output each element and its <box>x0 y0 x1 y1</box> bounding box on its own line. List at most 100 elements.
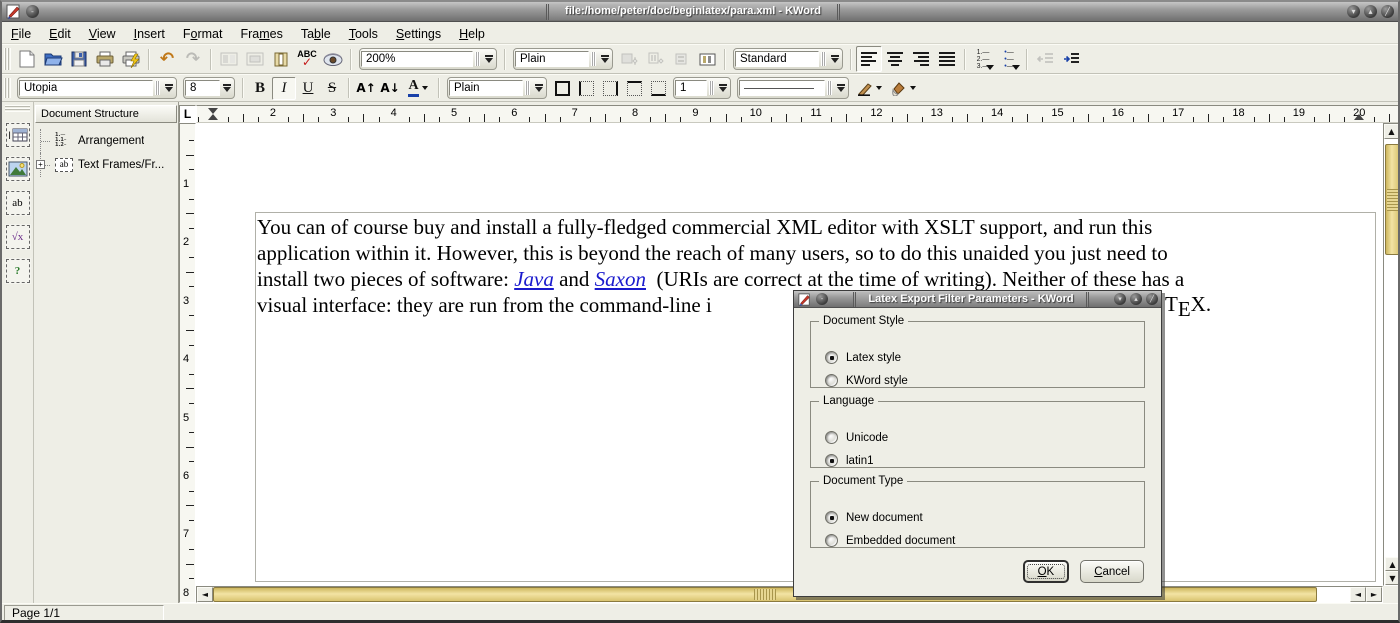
align-justify-button[interactable] <box>934 46 960 72</box>
subscript-button[interactable]: A↓ <box>378 77 402 100</box>
increase-indent-button[interactable] <box>1058 46 1084 72</box>
align-right-button[interactable] <box>908 46 934 72</box>
border-left-button[interactable] <box>574 77 598 100</box>
radio-kword-style[interactable] <box>825 374 838 387</box>
undo-button[interactable]: ↶ <box>154 46 180 72</box>
dialog-close-button[interactable]: ╱ <box>1146 293 1158 305</box>
dialog-maximize-button[interactable]: ▴ <box>1130 293 1142 305</box>
zoom-combobox[interactable]: 200% <box>359 48 497 70</box>
font-color-button[interactable]: A <box>402 77 434 100</box>
ok-button[interactable]: OK <box>1023 560 1070 583</box>
border-style-combobox[interactable]: Plain <box>447 77 547 99</box>
save-button[interactable] <box>66 46 92 72</box>
menu-tools[interactable]: Tools <box>340 25 387 43</box>
close-button[interactable]: ╱ <box>1381 5 1394 18</box>
frame-tool-1-button[interactable] <box>216 46 242 72</box>
border-color-button[interactable] <box>852 77 886 100</box>
font-size-combobox[interactable]: 8 <box>183 77 235 99</box>
minimize-button[interactable]: ▾ <box>1347 5 1360 18</box>
eye-button[interactable] <box>320 46 346 72</box>
insert-object-button[interactable]: ? <box>5 258 31 284</box>
paragraph-style-combobox[interactable]: Plain <box>513 48 613 70</box>
style-tool-3-button[interactable] <box>668 46 694 72</box>
vertical-scrollbar[interactable]: ▲ ▲ ▼ <box>1383 123 1400 586</box>
horizontal-scrollbar[interactable]: ◄ ◄ ► <box>196 586 1383 603</box>
radio-option[interactable]: Embedded document <box>821 529 1134 552</box>
dialog-menu-button[interactable]: - <box>816 293 828 305</box>
line-style-combobox[interactable] <box>737 77 849 99</box>
new-document-button[interactable] <box>14 46 40 72</box>
menu-insert[interactable]: Insert <box>125 25 174 43</box>
scroll-left-button[interactable]: ◄ <box>197 587 213 602</box>
superscript-button[interactable]: A↑ <box>354 77 378 100</box>
toolbar-handle[interactable] <box>5 105 30 112</box>
hyperlink[interactable]: Java <box>514 267 554 291</box>
border-width-combobox[interactable]: 1 <box>673 77 731 99</box>
columns-button[interactable] <box>694 46 720 72</box>
border-outline-button[interactable] <box>550 77 574 100</box>
redo-button[interactable]: ↷ <box>180 46 206 72</box>
menu-help[interactable]: Help <box>450 25 494 43</box>
menu-frames[interactable]: Frames <box>231 25 291 43</box>
scrollbar-track[interactable] <box>1317 587 1350 602</box>
menu-view[interactable]: View <box>80 25 125 43</box>
print-button[interactable] <box>92 46 118 72</box>
frame-tool-3-button[interactable] <box>268 46 294 72</box>
radio-embedded-document[interactable] <box>825 534 838 547</box>
insert-formula-button[interactable]: √x <box>5 224 31 250</box>
menu-format[interactable]: Format <box>174 25 232 43</box>
scroll-left-button-right[interactable]: ◄ <box>1350 587 1366 602</box>
italic-button[interactable]: I <box>272 77 296 100</box>
border-top-button[interactable] <box>622 77 646 100</box>
horizontal-ruler[interactable]: L 234567891011121314151617181920 <box>179 105 1400 123</box>
underline-button[interactable]: U <box>296 77 320 100</box>
spellcheck-button[interactable]: ABC ✓ <box>294 46 320 72</box>
window-menu-button[interactable]: - <box>26 5 39 18</box>
font-family-combobox[interactable]: Utopia <box>17 77 177 99</box>
numbered-list-button[interactable]: 1.—2.—3.— <box>970 46 996 72</box>
scroll-down-button[interactable]: ▼ <box>1385 571 1400 585</box>
tree-item-0[interactable]: 1.—1.1–1.2–Arrangement <box>40 129 176 153</box>
radio-option[interactable]: Latex style <box>821 346 1134 369</box>
print-preview-button[interactable] <box>118 46 144 72</box>
scroll-right-button[interactable]: ► <box>1366 587 1382 602</box>
toolbar-handle[interactable] <box>4 78 11 99</box>
style-tool-1-button[interactable] <box>616 46 642 72</box>
frame-tool-2-button[interactable] <box>242 46 268 72</box>
strikethrough-button[interactable]: S <box>320 77 344 100</box>
radio-option[interactable]: Unicode <box>821 426 1134 449</box>
align-center-button[interactable] <box>882 46 908 72</box>
background-color-button[interactable] <box>886 77 920 100</box>
tree-item-1[interactable]: +abText Frames/Fr... <box>40 153 176 177</box>
tree-expander[interactable]: + <box>36 160 45 169</box>
document-structure-tree[interactable]: 1.—1.1–1.2–Arrangement+abText Frames/Fr.… <box>34 123 178 177</box>
border-right-button[interactable] <box>598 77 622 100</box>
bold-button[interactable]: B <box>248 77 272 100</box>
dialog-minimize-button[interactable]: ▾ <box>1114 293 1126 305</box>
menu-settings[interactable]: Settings <box>387 25 450 43</box>
toolbar-handle[interactable] <box>4 48 11 70</box>
vertical-scrollbar-thumb[interactable] <box>1385 144 1400 255</box>
insert-text-frame-button[interactable]: ab <box>5 190 31 216</box>
align-left-button[interactable] <box>856 46 882 72</box>
radio-option[interactable]: New document <box>821 506 1134 529</box>
radio-latex-style[interactable] <box>825 351 838 364</box>
scroll-up-button-bottom[interactable]: ▲ <box>1385 557 1400 571</box>
cancel-button[interactable]: Cancel <box>1080 560 1144 583</box>
tab-stop-selector[interactable]: L <box>179 105 196 123</box>
window-titlebar[interactable]: - file:/home/peter/doc/beginlatex/para.x… <box>2 2 1398 22</box>
radio-unicode[interactable] <box>825 431 838 444</box>
menu-table[interactable]: Table <box>292 25 340 43</box>
menu-file[interactable]: File <box>2 25 40 43</box>
radio-option[interactable]: KWord style <box>821 369 1134 392</box>
insert-table-button[interactable]: I <box>5 122 31 148</box>
decrease-indent-button[interactable] <box>1032 46 1058 72</box>
insert-picture-button[interactable] <box>5 156 31 182</box>
style-tool-2-button[interactable] <box>642 46 668 72</box>
dialog-titlebar[interactable]: - Latex Export Filter Parameters - KWord… <box>794 291 1161 308</box>
maximize-button[interactable]: ▴ <box>1364 5 1377 18</box>
hyperlink[interactable]: Saxon <box>595 267 646 291</box>
bullet-list-button[interactable]: •—•—•— <box>996 46 1022 72</box>
menu-edit[interactable]: Edit <box>40 25 80 43</box>
document-canvas[interactable]: You can of course buy and install a full… <box>196 123 1383 586</box>
